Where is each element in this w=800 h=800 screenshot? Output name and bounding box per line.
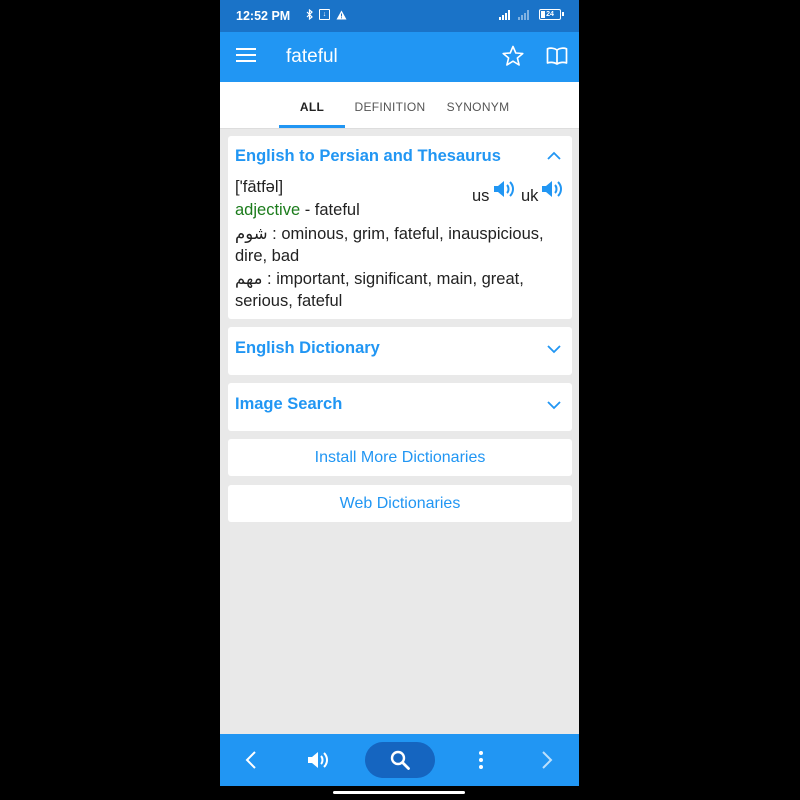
signal-icon: [499, 9, 510, 20]
book-icon[interactable]: [546, 46, 568, 71]
sense-1-line-1: شوم : ominous, grim, fateful, inauspicio…: [235, 224, 544, 244]
pos-separator: -: [300, 201, 315, 219]
battery-icon: 24: [539, 9, 564, 20]
chevron-down-icon[interactable]: [546, 397, 562, 413]
tab-synonym[interactable]: SYNONYM: [440, 100, 516, 114]
status-bar: 12:52 PM ↓ 24: [220, 0, 579, 32]
sense-1-line-2: dire, bad: [235, 247, 300, 265]
part-of-speech: adjective: [235, 201, 301, 219]
speaker-icon[interactable]: [306, 749, 330, 771]
sense-2-persian-term: مهم: [235, 270, 263, 288]
tab-bar: ALL DEFINITION SYNONYM: [220, 82, 579, 129]
status-time: 12:52 PM: [236, 9, 291, 23]
section-title-english-persian[interactable]: English to Persian and Thesaurus: [235, 147, 501, 166]
web-dictionaries-button[interactable]: Web Dictionaries: [228, 485, 572, 522]
uk-label[interactable]: uk: [521, 187, 538, 206]
download-icon: ↓: [319, 9, 330, 20]
us-speaker-icon[interactable]: [492, 178, 516, 200]
signal-secondary-icon: [518, 9, 529, 20]
star-icon[interactable]: [501, 44, 525, 73]
us-label[interactable]: us: [472, 187, 489, 206]
card-english-persian: English to Persian and Thesaurus ['fātfə…: [228, 136, 572, 319]
search-term-title[interactable]: fateful: [286, 46, 338, 68]
headword: fateful: [314, 201, 360, 219]
sense-1-persian-term: شوم: [235, 225, 268, 243]
status-notification-icons: ↓: [306, 9, 347, 20]
back-icon[interactable]: [244, 750, 258, 770]
status-system-icons: 24: [499, 9, 564, 20]
forward-icon[interactable]: [540, 750, 554, 770]
part-of-speech-line: adjective - fateful: [235, 201, 360, 220]
pronunciation: ['fātfəl]: [235, 178, 284, 196]
phone-screen: 12:52 PM ↓ 24 fateful ALL DEFINITION SYN…: [220, 0, 579, 800]
tab-definition[interactable]: DEFINITION: [350, 100, 430, 114]
tab-all[interactable]: ALL: [279, 100, 345, 114]
sense-2-line-2: serious, fateful: [235, 292, 343, 310]
chevron-up-icon[interactable]: [546, 148, 562, 164]
battery-level: 24: [546, 11, 554, 18]
section-title-english-dictionary[interactable]: English Dictionary: [235, 339, 380, 358]
home-indicator[interactable]: [333, 791, 465, 794]
section-title-image-search[interactable]: Image Search: [235, 395, 342, 414]
more-vert-icon[interactable]: [478, 750, 484, 770]
bluetooth-icon: [306, 9, 313, 20]
card-image-search[interactable]: Image Search: [228, 383, 572, 431]
chevron-down-icon[interactable]: [546, 341, 562, 357]
active-tab-indicator: [279, 125, 345, 128]
menu-icon[interactable]: [236, 48, 256, 66]
search-icon: [390, 750, 410, 770]
app-bar: fateful: [220, 32, 579, 82]
uk-speaker-icon[interactable]: [540, 178, 564, 200]
install-more-dictionaries-button[interactable]: Install More Dictionaries: [228, 439, 572, 476]
sense-1-translations: : ominous, grim, fateful, inauspicious,: [267, 225, 544, 243]
sense-2-translations: : important, significant, main, great,: [262, 270, 524, 288]
sense-2-line-1: مهم : important, significant, main, grea…: [235, 269, 524, 289]
card-english-dictionary[interactable]: English Dictionary: [228, 327, 572, 375]
search-button[interactable]: [365, 742, 435, 778]
bottom-toolbar: [220, 734, 579, 786]
warning-icon: [336, 10, 347, 20]
